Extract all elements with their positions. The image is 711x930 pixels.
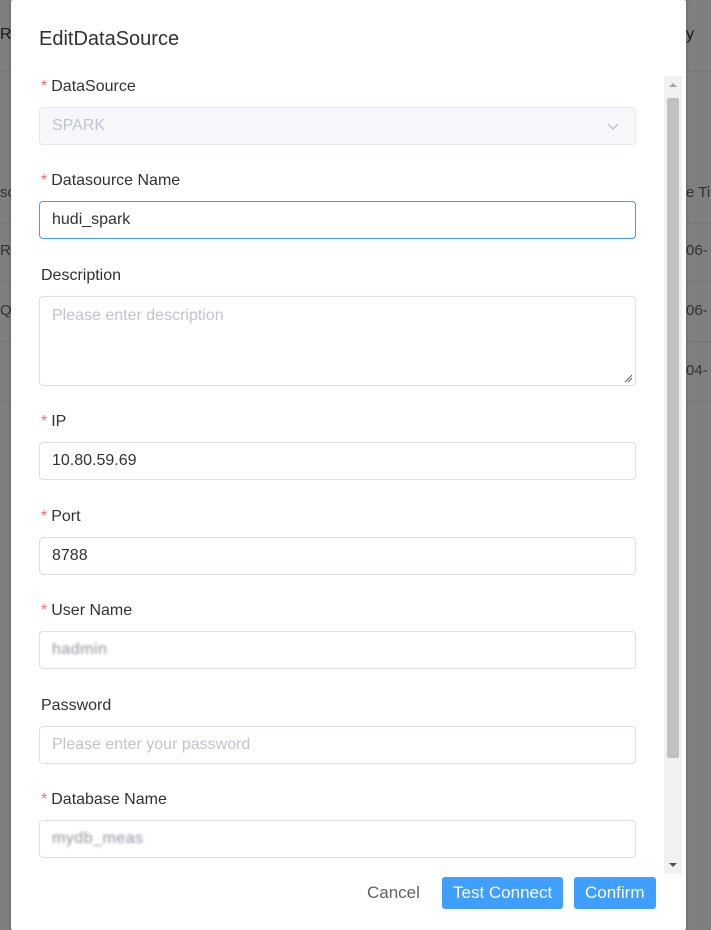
ip-input[interactable]: 10.80.59.69 (39, 442, 636, 480)
datasource-label-text: DataSource (51, 78, 136, 95)
username-label: * User Name (41, 601, 636, 621)
required-marker: * (41, 413, 48, 430)
edit-datasource-dialog: EditDataSource * DataSource SPARK * Dataso… (11, 0, 686, 930)
database-name-field: * Database Name mydb_meas (39, 790, 636, 858)
database-name-input[interactable]: mydb_meas (39, 820, 636, 858)
database-name-label: * Database Name (41, 790, 636, 810)
description-textarea[interactable]: Please enter description (39, 296, 636, 386)
form-scrollbar[interactable] (664, 76, 682, 874)
port-input[interactable]: 8788 (39, 537, 636, 575)
datasource-name-input[interactable]: hudi_spark (39, 201, 636, 239)
description-label: Description (41, 267, 122, 284)
username-field: * User Name hadmin (39, 601, 636, 669)
ip-value: 10.80.59.69 (52, 452, 137, 469)
datasource-select-value: SPARK (52, 117, 106, 134)
required-marker: * (41, 172, 48, 189)
datasource-label: * DataSource (41, 77, 636, 97)
datasource-select[interactable]: SPARK (39, 107, 636, 145)
database-name-value: mydb_meas (52, 830, 144, 847)
test-connect-button[interactable]: Test Connect (442, 877, 564, 909)
username-label-text: User Name (51, 602, 133, 619)
username-input[interactable]: hadmin (39, 631, 636, 669)
datasource-field: * DataSource SPARK (39, 77, 636, 145)
port-label: * Port (41, 507, 636, 527)
password-label: Password (41, 697, 112, 714)
description-placeholder: Please enter description (52, 307, 224, 324)
username-value: hadmin (52, 641, 108, 658)
dialog-title: EditDataSource (39, 28, 180, 50)
confirm-button[interactable]: Confirm (574, 877, 656, 909)
port-value: 8788 (52, 547, 88, 564)
cancel-button[interactable]: Cancel (356, 877, 431, 909)
ip-label: * IP (41, 412, 636, 432)
description-field: Description Please enter description (39, 266, 636, 386)
password-input[interactable]: Please enter your password (39, 726, 636, 764)
dialog-footer: Cancel Test Connect Confirm (11, 875, 686, 911)
database-name-label-text: Database Name (51, 791, 167, 808)
datasource-name-field: * Datasource Name hudi_spark (39, 171, 636, 239)
required-marker: * (41, 508, 48, 525)
datasource-name-label: * Datasource Name (41, 171, 636, 191)
ip-field: * IP 10.80.59.69 (39, 412, 636, 480)
form-body: * DataSource SPARK * Datasource Name hudi_… (11, 72, 686, 872)
required-marker: * (41, 791, 48, 808)
port-field: * Port 8788 (39, 507, 636, 575)
port-label-text: Port (51, 508, 81, 525)
arrow-down-icon[interactable] (664, 856, 682, 874)
datasource-name-label-text: Datasource Name (51, 172, 181, 189)
arrow-up-icon[interactable] (664, 76, 682, 94)
chevron-down-icon (607, 123, 619, 131)
resize-handle-icon[interactable] (623, 373, 633, 383)
datasource-name-value: hudi_spark (52, 211, 131, 228)
ip-label-text: IP (51, 413, 67, 430)
required-marker: * (41, 602, 48, 619)
required-marker: * (41, 78, 48, 95)
scrollbar-thumb[interactable] (667, 98, 679, 758)
password-placeholder: Please enter your password (52, 736, 251, 753)
password-field: Password Please enter your password (39, 696, 636, 764)
